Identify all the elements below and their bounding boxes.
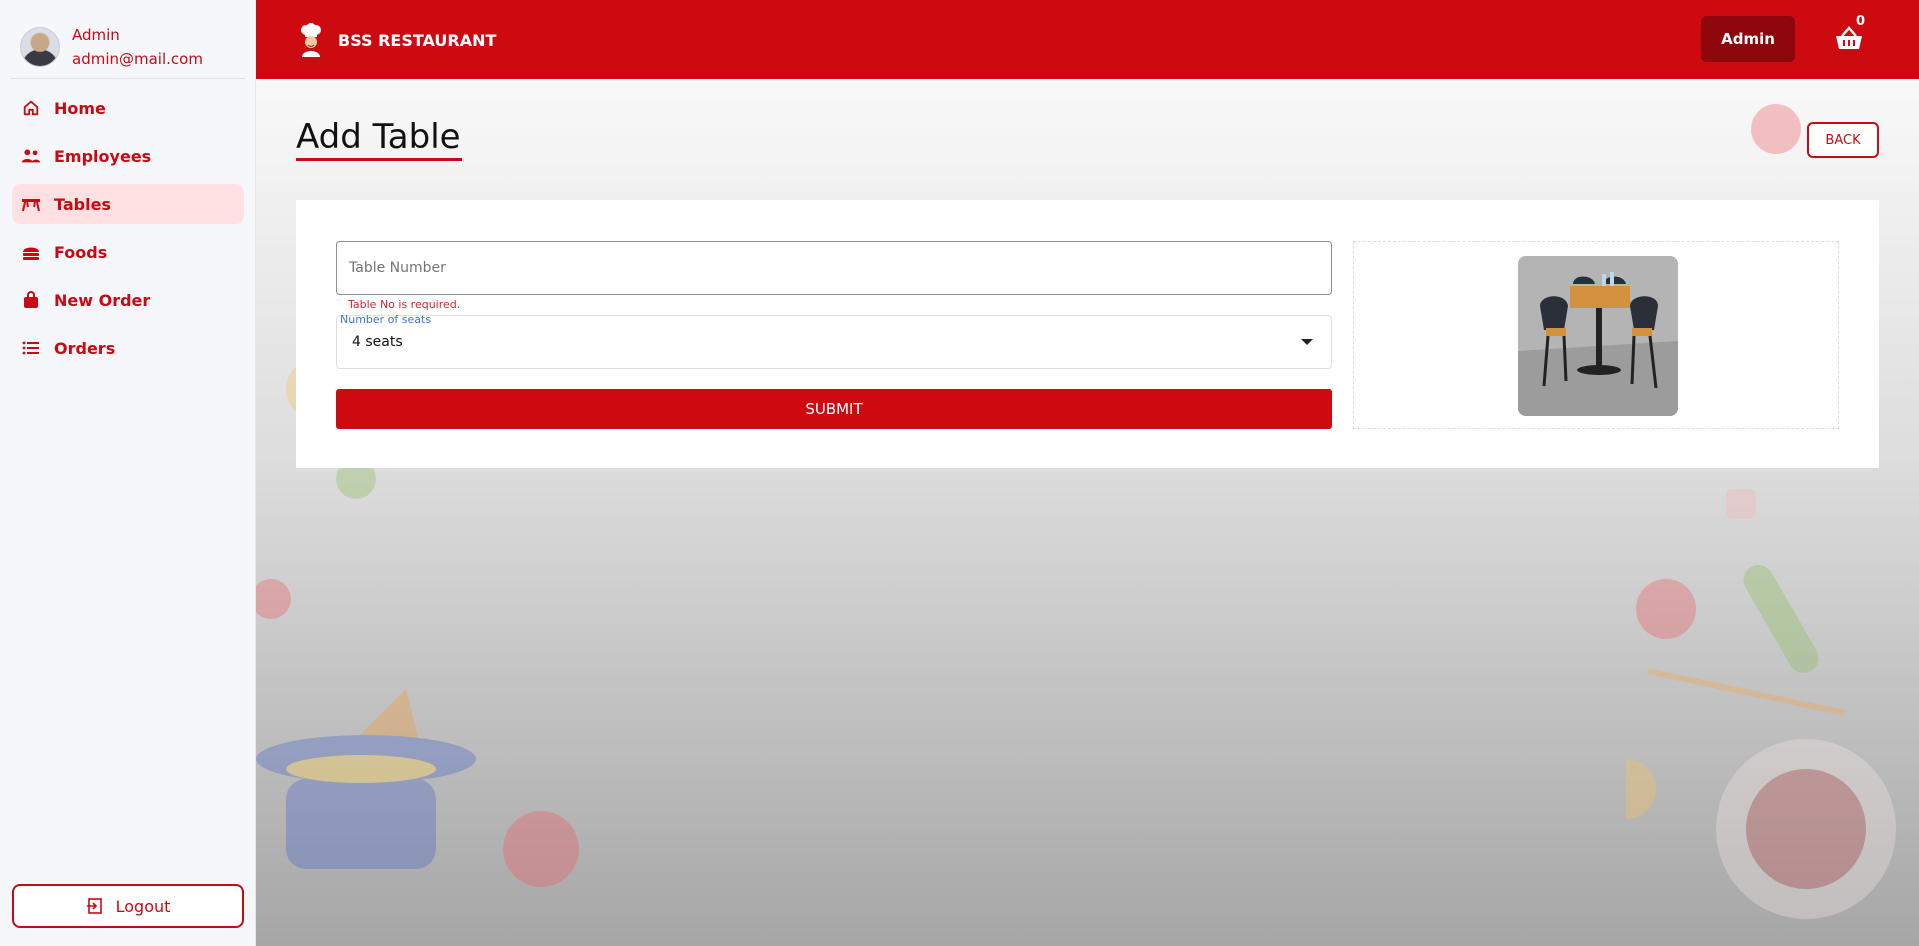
sidebar-item-label: Employees	[54, 146, 152, 166]
sidebar-item-label: Foods	[54, 242, 108, 262]
submit-button[interactable]: SUBMIT	[336, 389, 1332, 429]
sidebar-item-label: New Order	[54, 290, 151, 310]
list-icon	[20, 338, 42, 358]
table-number-error: Table No is required.	[348, 298, 461, 311]
top-bar: BSS RESTAURANT Admin 0	[256, 0, 1919, 79]
divider	[10, 78, 245, 79]
seats-label: Number of seats	[340, 313, 432, 326]
sidebar-item-foods[interactable]: Foods	[12, 232, 244, 272]
main-content: Add Table BACK Table No is required. 4 s…	[256, 79, 1919, 946]
sidebar-item-new-order[interactable]: New Order	[12, 280, 244, 320]
sidebar-item-employees[interactable]: Employees	[12, 136, 244, 176]
chef-logo-icon	[301, 23, 321, 57]
sidebar-item-home[interactable]: Home	[12, 88, 244, 128]
back-button[interactable]: BACK	[1807, 122, 1879, 158]
sidebar: Admin admin@mail.com Home Employees Tabl…	[0, 0, 256, 946]
sidebar-item-label: Home	[54, 98, 106, 118]
image-upload-area[interactable]	[1353, 241, 1839, 429]
logout-label: Logout	[115, 896, 171, 916]
avatar	[20, 27, 60, 67]
logout-icon	[86, 898, 102, 914]
brand[interactable]: BSS RESTAURANT	[298, 23, 496, 57]
table-number-input[interactable]	[336, 241, 1332, 295]
shopping-bag-icon	[20, 290, 42, 310]
table-icon	[20, 194, 42, 214]
user-profile: Admin admin@mail.com	[20, 23, 203, 71]
sidebar-item-label: Tables	[54, 194, 111, 214]
brand-name: BSS RESTAURANT	[338, 30, 497, 50]
seats-select[interactable]: 4 seats	[336, 315, 1332, 369]
add-table-form-card: Table No is required. 4 seats Number of …	[296, 200, 1879, 468]
chevron-down-icon	[1301, 339, 1313, 345]
page-title: Add Table	[296, 117, 461, 157]
user-email: admin@mail.com	[72, 50, 203, 68]
sidebar-item-tables[interactable]: Tables	[12, 184, 244, 224]
sidebar-nav: Home Employees Tables Foods New Order Or…	[12, 88, 244, 376]
title-underline	[296, 158, 462, 161]
users-icon	[20, 146, 42, 166]
logout-button[interactable]: Logout	[12, 884, 244, 928]
sidebar-item-orders[interactable]: Orders	[12, 328, 244, 368]
admin-button[interactable]: Admin	[1701, 16, 1795, 62]
seats-select-value: 4 seats	[352, 334, 403, 350]
food-icon	[20, 242, 42, 262]
table-image-preview	[1518, 256, 1678, 416]
user-name: Admin	[72, 26, 120, 44]
cart-count-badge: 0	[1856, 14, 1866, 29]
sidebar-item-label: Orders	[54, 338, 116, 358]
home-icon	[20, 98, 42, 118]
